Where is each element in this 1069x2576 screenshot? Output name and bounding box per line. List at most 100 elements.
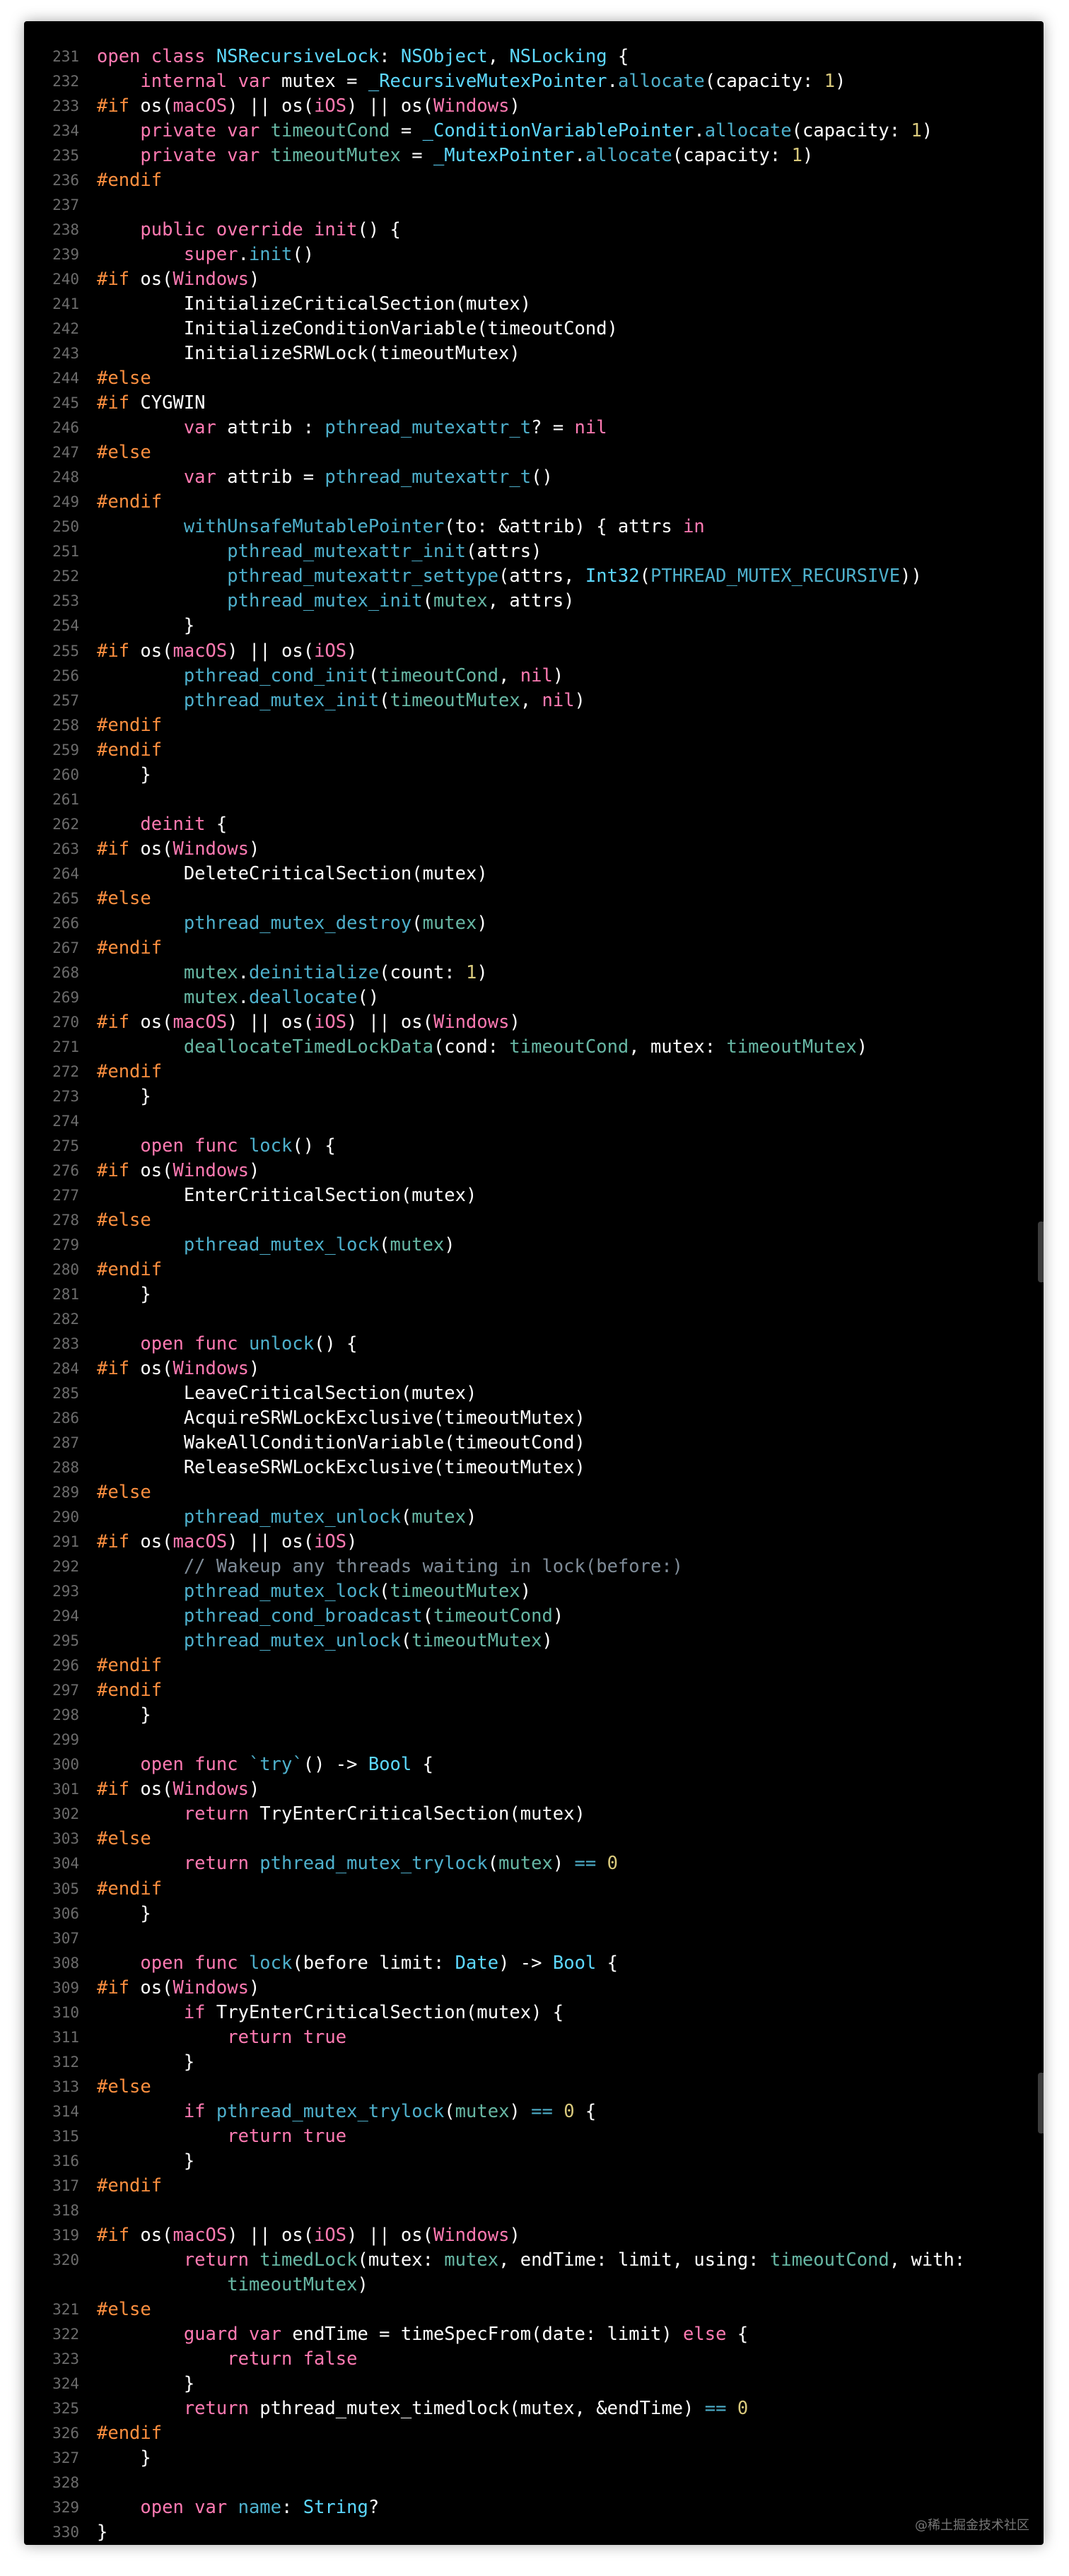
code-line[interactable]: 268 mutex.deinitialize(count: 1) (24, 961, 1044, 985)
code-line[interactable]: 290 pthread_mutex_unlock(mutex) (24, 1505, 1044, 1530)
code-line[interactable]: 259 #endif (24, 738, 1044, 763)
code-line[interactable]: 326 #endif (24, 2421, 1044, 2446)
code-line[interactable]: 269 mutex.deallocate() (24, 985, 1044, 1010)
code-line[interactable]: 274 (24, 1109, 1044, 1134)
code-line[interactable]: 296 #endif (24, 1653, 1044, 1678)
code-line[interactable]: 295 pthread_mutex_unlock(timeoutMutex) (24, 1629, 1044, 1653)
code-line[interactable]: 258 #endif (24, 713, 1044, 738)
code-line[interactable]: 267 #endif (24, 936, 1044, 961)
code-line[interactable]: 273 } (24, 1084, 1044, 1109)
code-line[interactable]: 242 InitializeConditionVariable(timeoutC… (24, 317, 1044, 341)
code-line[interactable]: 255 #if os(macOS) || os(iOS) (24, 639, 1044, 664)
code-line[interactable]: 239 super.init() (24, 242, 1044, 267)
code-line[interactable]: 318 (24, 2199, 1044, 2223)
code-line[interactable]: 281 } (24, 1282, 1044, 1307)
code-line[interactable]: 272 #endif (24, 1060, 1044, 1084)
code-line[interactable]: 246 var attrib : pthread_mutexattr_t? = … (24, 416, 1044, 440)
code-line[interactable]: 324 } (24, 2372, 1044, 2396)
code-line[interactable] (24, 21, 1044, 45)
code-line[interactable]: 286 AcquireSRWLockExclusive(timeoutMutex… (24, 1406, 1044, 1431)
code-line[interactable]: 305 #endif (24, 1877, 1044, 1902)
code-line[interactable]: 298 } (24, 1703, 1044, 1728)
code-line[interactable]: 231 open class NSRecursiveLock: NSObject,… (24, 45, 1044, 69)
code-line[interactable]: 260 } (24, 763, 1044, 788)
code-line[interactable]: 330} (24, 2520, 1044, 2545)
code-line[interactable]: 314 if pthread_mutex_trylock(mutex) == 0… (24, 2100, 1044, 2124)
code-line[interactable]: 250 withUnsafeMutablePointer(to: &attrib… (24, 515, 1044, 539)
code-line[interactable]: 313 #else (24, 2075, 1044, 2100)
code-line[interactable]: 288 ReleaseSRWLockExclusive(timeoutMutex… (24, 1456, 1044, 1480)
code-line[interactable]: 304 return pthread_mutex_trylock(mutex) … (24, 1851, 1044, 1876)
code-line[interactable]: 315 return true (24, 2124, 1044, 2149)
code-line[interactable]: 252 pthread_mutexattr_settype(attrs, Int… (24, 564, 1044, 589)
code-line[interactable]: 328 (24, 2471, 1044, 2495)
code-line[interactable]: 308 open func lock(before limit: Date) -… (24, 1951, 1044, 1976)
code-line[interactable]: 263 #if os(Windows) (24, 837, 1044, 862)
code-line[interactable]: 244 #else (24, 366, 1044, 391)
code-line[interactable]: 233 #if os(macOS) || os(iOS) || os(Window… (24, 94, 1044, 119)
code-line[interactable]: 243 InitializeSRWLock(timeoutMutex) (24, 341, 1044, 366)
code-line[interactable]: 264 DeleteCriticalSection(mutex) (24, 862, 1044, 886)
code-line[interactable]: 320 return timedLock(mutex: mutex, endTi… (24, 2248, 1044, 2273)
code-line[interactable]: 317 #endif (24, 2174, 1044, 2199)
code-line[interactable]: 287 WakeAllConditionVariable(timeoutCond… (24, 1431, 1044, 1456)
code-line[interactable]: 306 } (24, 1902, 1044, 1926)
code-line[interactable]: 307 (24, 1926, 1044, 1951)
code-line[interactable]: 237 (24, 193, 1044, 218)
code-line[interactable]: 285 LeaveCriticalSection(mutex) (24, 1381, 1044, 1406)
code-line[interactable]: 301 #if os(Windows) (24, 1777, 1044, 1802)
scrollbar-thumb[interactable] (1038, 1222, 1044, 1282)
code-line[interactable]: 302 return TryEnterCriticalSection(mutex… (24, 1802, 1044, 1827)
code-line[interactable]: 297 #endif (24, 1678, 1044, 1703)
code-line[interactable]: 275 open func lock() { (24, 1134, 1044, 1159)
code-line[interactable]: 291 #if os(macOS) || os(iOS) (24, 1530, 1044, 1555)
code-line[interactable]: 249 #endif (24, 490, 1044, 515)
code-line[interactable]: timeoutMutex) (24, 2273, 1044, 2297)
code-line[interactable]: 292 // Wakeup any threads waiting in loc… (24, 1555, 1044, 1579)
code-line[interactable]: 240 #if os(Windows) (24, 267, 1044, 292)
code-line[interactable]: 257 pthread_mutex_init(timeoutMutex, nil… (24, 689, 1044, 713)
code-line[interactable]: 261 (24, 788, 1044, 812)
code-line[interactable]: 294 pthread_cond_broadcast(timeoutCond) (24, 1604, 1044, 1629)
code-line[interactable]: 299 (24, 1728, 1044, 1752)
code-line[interactable]: 323 return false (24, 2347, 1044, 2372)
code-line[interactable]: 311 return true (24, 2025, 1044, 2050)
code-line[interactable]: 282 (24, 1307, 1044, 1332)
code-line[interactable]: 278 #else (24, 1208, 1044, 1233)
code-line[interactable]: 284 #if os(Windows) (24, 1357, 1044, 1381)
scrollbar-thumb-secondary[interactable] (1038, 2073, 1044, 2133)
code-line[interactable]: 256 pthread_cond_init(timeoutCond, nil) (24, 664, 1044, 689)
code-line[interactable]: 236 #endif (24, 168, 1044, 193)
code-line[interactable]: 319 #if os(macOS) || os(iOS) || os(Window… (24, 2223, 1044, 2248)
code-line[interactable]: 316 } (24, 2149, 1044, 2174)
code-line[interactable]: 266 pthread_mutex_destroy(mutex) (24, 911, 1044, 936)
code-line[interactable]: 238 public override init() { (24, 218, 1044, 242)
code-line[interactable]: 279 pthread_mutex_lock(mutex) (24, 1233, 1044, 1258)
code-line[interactable]: 293 pthread_mutex_lock(timeoutMutex) (24, 1579, 1044, 1604)
code-line[interactable]: 289 #else (24, 1480, 1044, 1505)
code-line[interactable]: 322 guard var endTime = timeSpecFrom(dat… (24, 2322, 1044, 2347)
code-line[interactable]: 276 #if os(Windows) (24, 1159, 1044, 1183)
code-line[interactable]: 300 open func `try`() -> Bool { (24, 1752, 1044, 1777)
code-line[interactable]: 265 #else (24, 886, 1044, 911)
code-line[interactable]: 234 private var timeoutCond = _Condition… (24, 119, 1044, 144)
code-line[interactable]: 241 InitializeCriticalSection(mutex) (24, 292, 1044, 317)
code-line[interactable]: 321 #else (24, 2297, 1044, 2322)
code-line[interactable]: 248 var attrib = pthread_mutexattr_t() (24, 465, 1044, 490)
code-line[interactable]: 309 #if os(Windows) (24, 1976, 1044, 2001)
code-line[interactable]: 262 deinit { (24, 812, 1044, 837)
code-line[interactable]: 303 #else (24, 1827, 1044, 1851)
code-line[interactable]: 232 internal var mutex = _RecursiveMutex… (24, 69, 1044, 94)
code-line[interactable]: 312 } (24, 2050, 1044, 2075)
code-line[interactable]: 270 #if os(macOS) || os(iOS) || os(Window… (24, 1010, 1044, 1035)
code-line[interactable]: 247 #else (24, 440, 1044, 465)
code-line[interactable]: 235 private var timeoutMutex = _MutexPoi… (24, 144, 1044, 168)
code-line[interactable]: 254 } (24, 614, 1044, 638)
code-line[interactable]: 329 open var name: String? (24, 2495, 1044, 2520)
code-line[interactable]: 271 deallocateTimedLockData(cond: timeou… (24, 1035, 1044, 1060)
code-line[interactable]: 283 open func unlock() { (24, 1332, 1044, 1357)
code-line[interactable]: 310 if TryEnterCriticalSection(mutex) { (24, 2001, 1044, 2025)
code-view[interactable]: 231 open class NSRecursiveLock: NSObject,… (24, 21, 1044, 2545)
code-line[interactable]: 245 #if CYGWIN (24, 391, 1044, 416)
code-line[interactable]: 251 pthread_mutexattr_init(attrs) (24, 539, 1044, 564)
